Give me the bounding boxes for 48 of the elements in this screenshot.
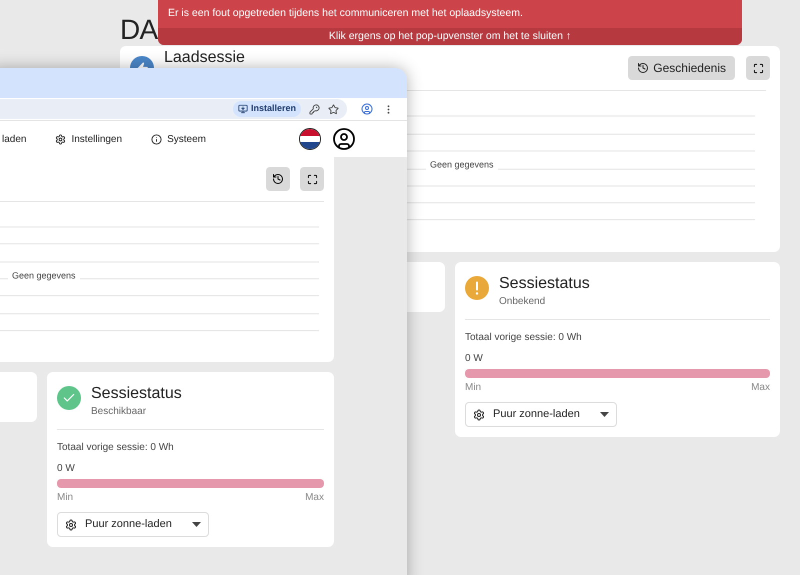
error-message: Er is een fout opgetreden tijdens het communiceren met het oplaadsysteem. <box>167 6 524 22</box>
max-label: Max <box>751 381 770 395</box>
status-text: Onbekend <box>499 295 546 309</box>
previous-session-total: Totaal vorige sessie: 0 Wh <box>57 441 175 455</box>
mode-dropdown[interactable]: Puur zonne-laden <box>57 512 209 537</box>
check-icon <box>57 386 81 410</box>
nav-tab[interactable]: Instellingen <box>55 132 122 146</box>
error-toast[interactable]: Er is een fout opgetreden tijdens het communiceren met het oplaadsysteem. Klik ergens op het pop-upvenster om het te sluiten ↑ <box>158 0 742 45</box>
history-icon <box>272 173 284 185</box>
page-heading: DA <box>120 14 158 46</box>
status-text: Beschikbaar <box>91 405 148 419</box>
account-icon[interactable] <box>332 127 356 151</box>
max-label: Max <box>305 491 324 505</box>
history-icon <box>637 62 650 74</box>
min-label: Min <box>465 381 482 395</box>
nav-tab[interactable]: laden <box>2 132 26 146</box>
caret-icon <box>600 412 609 417</box>
min-label: Min <box>57 491 74 505</box>
warning-icon <box>465 276 489 300</box>
nav-tab[interactable]: Systeem <box>151 132 206 146</box>
empty-chart-message: Geen gegevens <box>426 158 498 172</box>
address-bar[interactable]: Installeren <box>0 99 347 119</box>
power-reading: 0 W <box>465 352 484 366</box>
mode-dropdown[interactable]: Puur zonne-laden <box>465 402 617 427</box>
power-reading: 0 W <box>57 462 76 476</box>
previous-session-total: Totaal vorige sessie: 0 Wh <box>465 331 583 345</box>
profile-icon[interactable] <box>361 103 373 115</box>
install-button[interactable]: Installeren <box>232 101 301 117</box>
fullscreen-button[interactable] <box>300 167 324 191</box>
gear-icon <box>473 408 485 420</box>
empty-chart-message: Geen gegevens <box>8 269 80 283</box>
card-title: Laadsessie <box>164 49 246 66</box>
caret-icon <box>192 522 201 527</box>
fullscreen-button[interactable] <box>746 56 770 80</box>
key-icon[interactable] <box>309 104 320 114</box>
card-title: Sessiestatus <box>499 274 590 294</box>
flag-icon[interactable] <box>299 128 321 150</box>
install-icon <box>238 104 248 114</box>
info-icon <box>151 134 162 144</box>
fullscreen-icon <box>752 62 764 74</box>
dismiss-hint: Klik ergens op het pop-upvenster om het te sluiten ↑ <box>158 28 742 45</box>
star-icon[interactable] <box>328 104 339 114</box>
history-button[interactable]: Geschiedenis <box>628 56 735 80</box>
fullscreen-icon <box>306 174 318 184</box>
card-title: Sessiestatus <box>91 384 182 404</box>
history-button[interactable] <box>266 167 290 191</box>
gear-icon <box>65 518 77 530</box>
settings-icon <box>55 134 66 144</box>
